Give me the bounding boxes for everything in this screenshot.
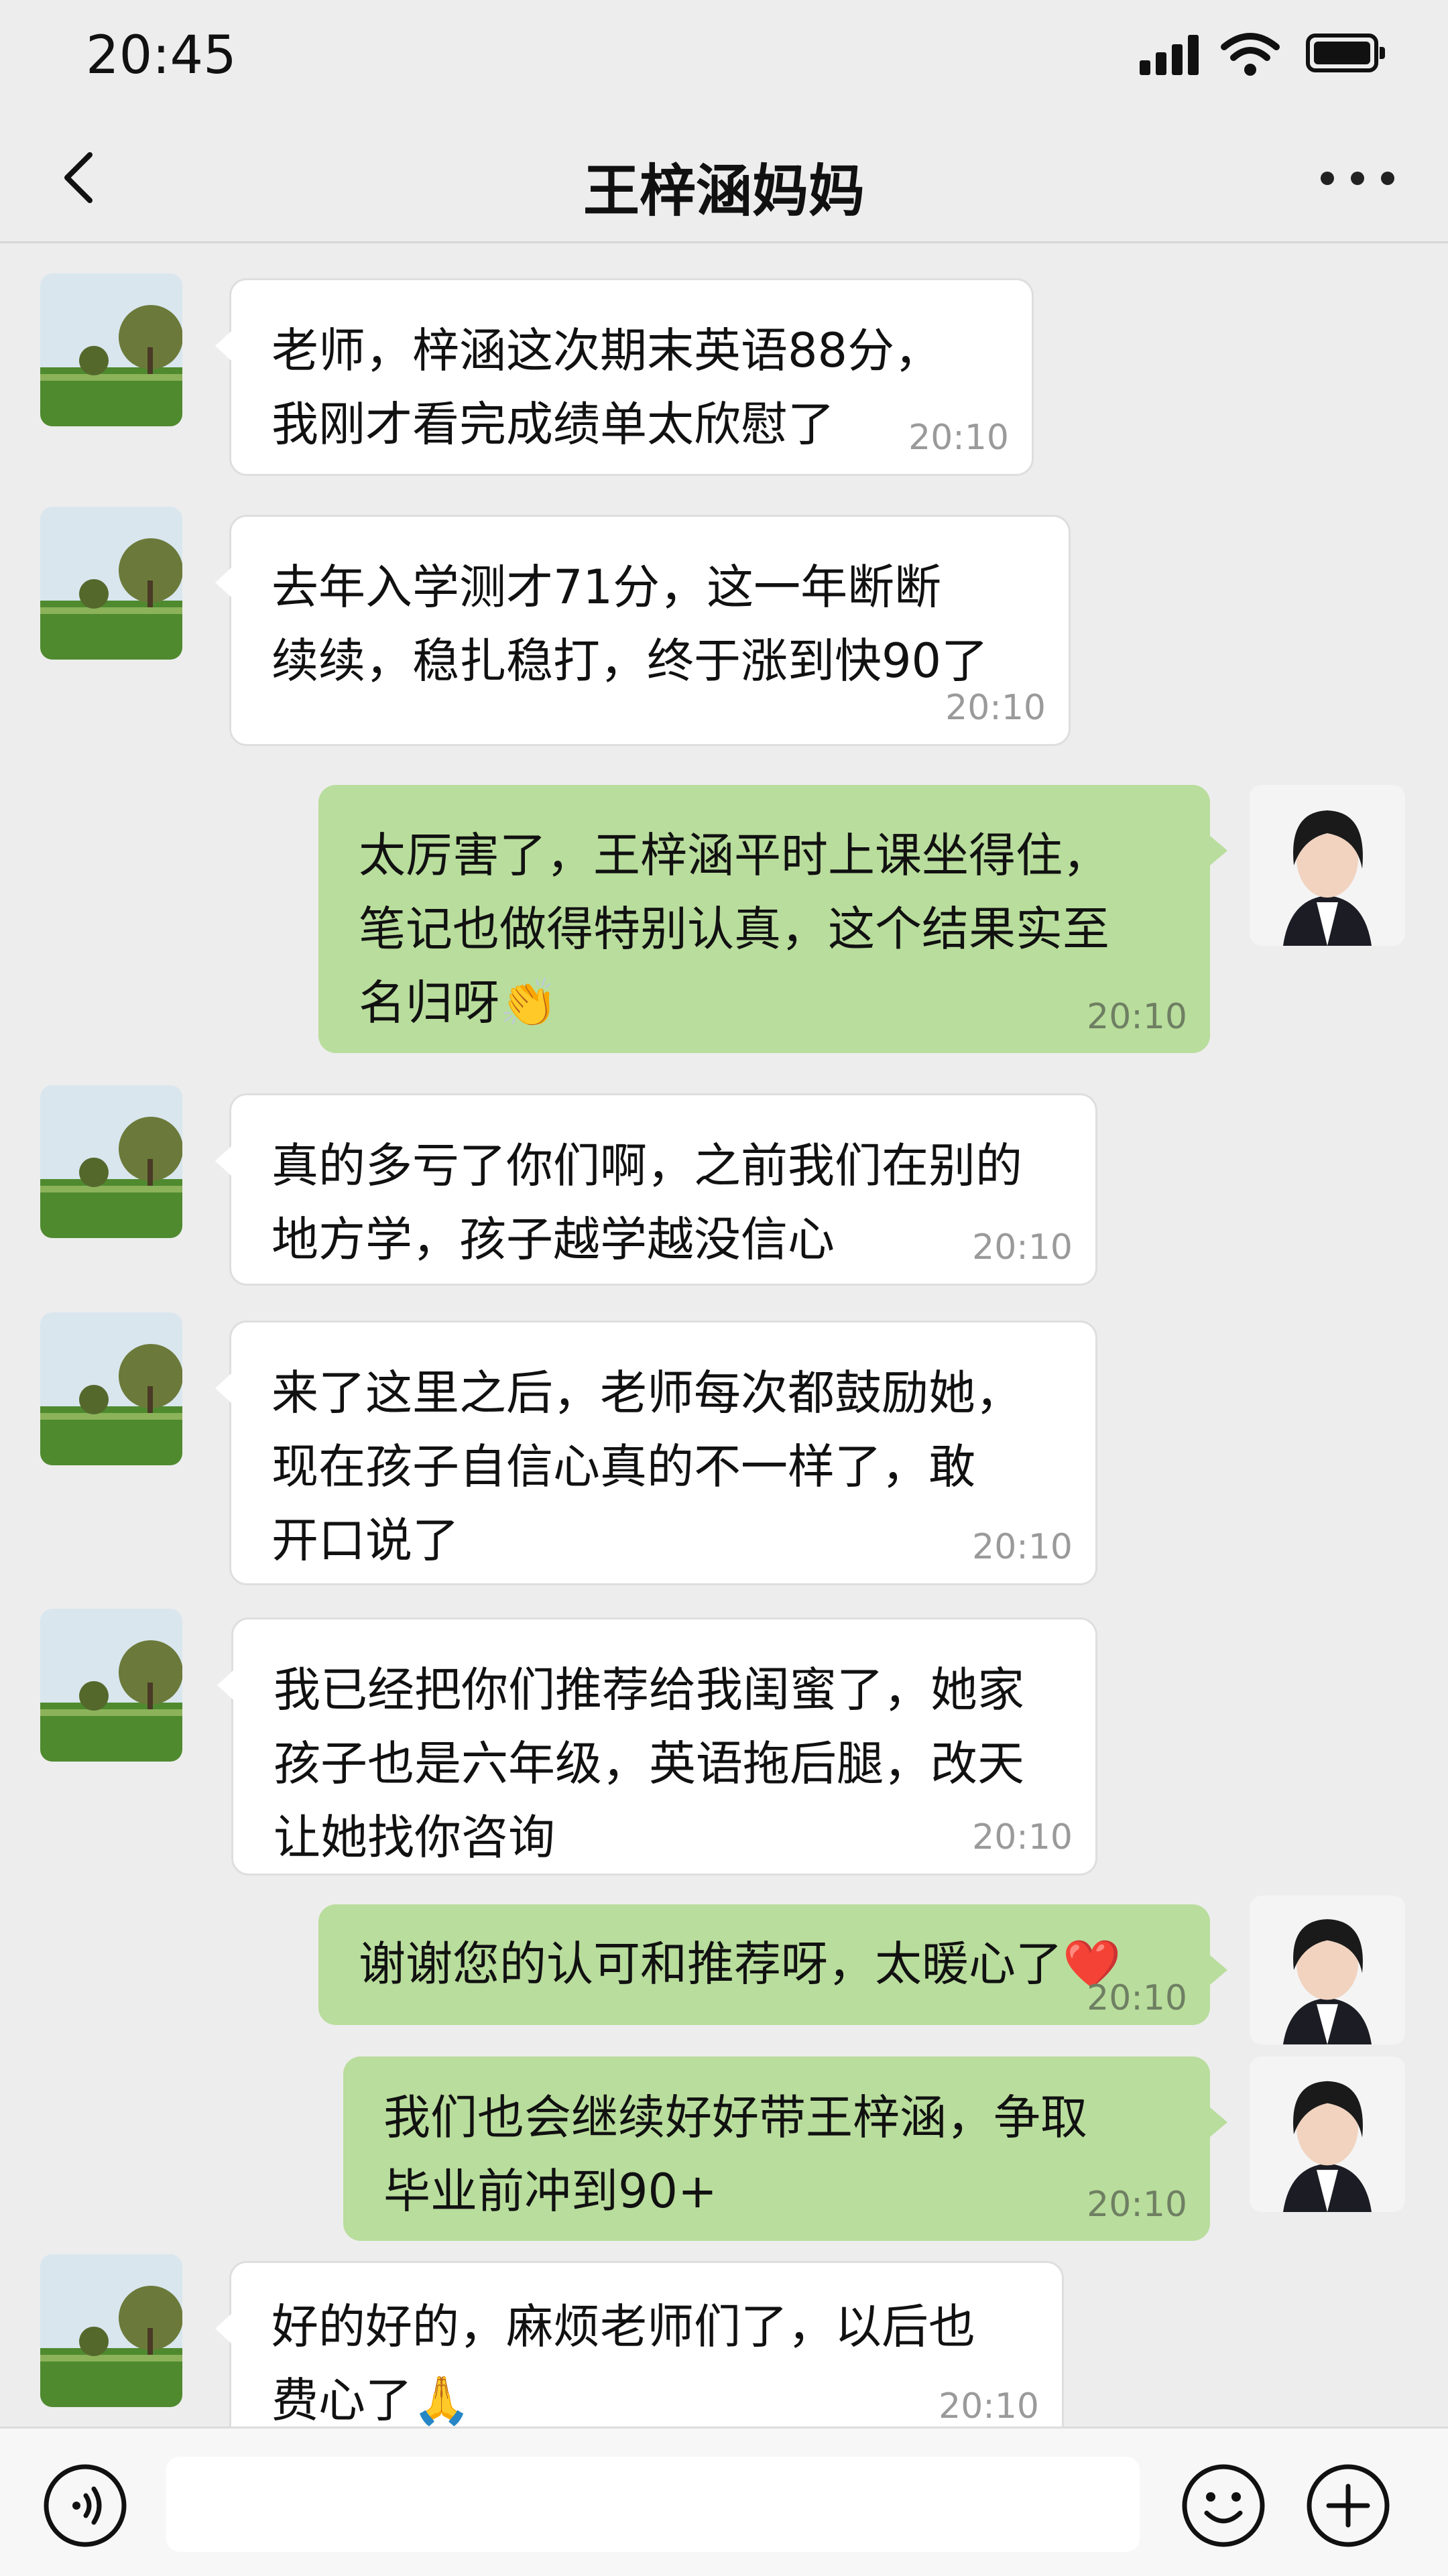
message-time: 20:10 xyxy=(972,1817,1073,1857)
contact-avatar[interactable] xyxy=(40,1609,182,1762)
message-text: 来了这里之后，老师每次都鼓励她， 现在孩子自信心真的不一样了，敢 开口说了 xyxy=(272,1365,1022,1568)
voice-icon xyxy=(44,2464,127,2547)
contact-avatar[interactable] xyxy=(40,1312,182,1465)
message-bubble-outgoing[interactable]: 我们也会继续好好带王梓涵，争取 毕业前冲到90+ 20:10 xyxy=(343,2057,1227,2241)
more-functions-button[interactable] xyxy=(1305,2462,1392,2549)
cellular-signal-icon xyxy=(1140,35,1201,75)
my-avatar[interactable] xyxy=(1250,2057,1405,2212)
chat-header: 王梓涵妈妈 xyxy=(0,114,1448,243)
message-bubble-incoming[interactable]: 好的好的，麻烦老师们了，以后也 费心了🙏 20:10 xyxy=(215,2261,1064,2427)
message-time: 20:10 xyxy=(908,418,1009,458)
battery-icon xyxy=(1306,34,1386,72)
contact-avatar[interactable] xyxy=(40,1085,182,1238)
chat-title: 王梓涵妈妈 xyxy=(583,158,865,224)
message-bubble-incoming[interactable]: 老师，梓涵这次期末英语88分， 我刚才看完成绩单太欣慰了 20:10 xyxy=(215,278,1034,476)
emoji-button[interactable] xyxy=(1180,2462,1267,2549)
my-avatar[interactable] xyxy=(1250,1896,1405,2044)
message-bubble-incoming[interactable]: 我已经把你们推荐给我闺蜜了，她家 孩子也是六年级，英语拖后腿，改天 让她找你咨询… xyxy=(217,1617,1097,1876)
message-text: 我们也会继续好好带王梓涵，争取 毕业前冲到90+ xyxy=(383,2090,1087,2219)
voice-input-button[interactable] xyxy=(42,2462,129,2549)
plus-circle-icon xyxy=(1307,2464,1390,2547)
message-text: 老师，梓涵这次期末英语88分， 我刚才看完成绩单太欣慰了 xyxy=(272,323,942,452)
contact-avatar[interactable] xyxy=(40,507,182,660)
contact-avatar[interactable] xyxy=(40,273,182,426)
my-avatar[interactable] xyxy=(1250,785,1405,946)
message-time: 20:10 xyxy=(972,1227,1073,1268)
message-text: 我已经把你们推荐给我闺蜜了，她家 孩子也是六年级，英语拖后腿，改天 让她找你咨询 xyxy=(274,1662,1024,1865)
message-time: 20:10 xyxy=(1087,1978,1187,2018)
status-bar: 20:45 xyxy=(0,0,1448,114)
message-text: 好的好的，麻烦老师们了，以后也 费心了🙏 xyxy=(272,2299,975,2427)
status-time: 20:45 xyxy=(86,25,237,86)
message-text: 去年入学测才71分，这一年断断 续续，稳扎稳打，终于涨到快90了 xyxy=(272,560,989,688)
message-text: 太厉害了，王梓涵平时上课坐得住， 笔记也做得特别认真，这个结果实至 名归呀👏 xyxy=(359,828,1109,1030)
message-input-bar xyxy=(0,2427,1448,2576)
message-bubble-outgoing[interactable]: 谢谢您的认可和推荐呀，太暖心了❤️ 20:10 xyxy=(318,1904,1227,2025)
message-time: 20:10 xyxy=(1087,2185,1187,2225)
message-time: 20:10 xyxy=(939,2386,1039,2427)
more-options-button[interactable] xyxy=(1314,161,1401,194)
message-time: 20:10 xyxy=(972,1527,1073,1567)
message-text: 谢谢您的认可和推荐呀，太暖心了❤️ xyxy=(359,1937,1122,1991)
message-bubble-outgoing[interactable]: 太厉害了，王梓涵平时上课坐得住， 笔记也做得特别认真，这个结果实至 名归呀👏 2… xyxy=(318,785,1227,1053)
message-time: 20:10 xyxy=(945,688,1046,728)
contact-avatar[interactable] xyxy=(40,2254,182,2407)
wifi-icon xyxy=(1220,29,1280,78)
message-bubble-incoming[interactable]: 去年入学测才71分，这一年断断 续续，稳扎稳打，终于涨到快90了 20:10 xyxy=(215,515,1071,746)
message-input[interactable] xyxy=(166,2457,1140,2552)
message-bubble-incoming[interactable]: 真的多亏了你们啊，之前我们在别的 地方学，孩子越学越没信心 20:10 xyxy=(215,1093,1097,1286)
message-time: 20:10 xyxy=(1087,997,1187,1037)
message-text: 真的多亏了你们啊，之前我们在别的 地方学，孩子越学越没信心 xyxy=(272,1138,1022,1267)
more-dots-icon xyxy=(1321,172,1334,185)
message-list[interactable]: 老师，梓涵这次期末英语88分， 我刚才看完成绩单太欣慰了 20:10 去年入学测… xyxy=(0,243,1448,2427)
message-bubble-incoming[interactable]: 来了这里之后，老师每次都鼓励她， 现在孩子自信心真的不一样了，敢 开口说了 20… xyxy=(215,1321,1097,1585)
emoji-smile-icon xyxy=(1182,2464,1265,2547)
